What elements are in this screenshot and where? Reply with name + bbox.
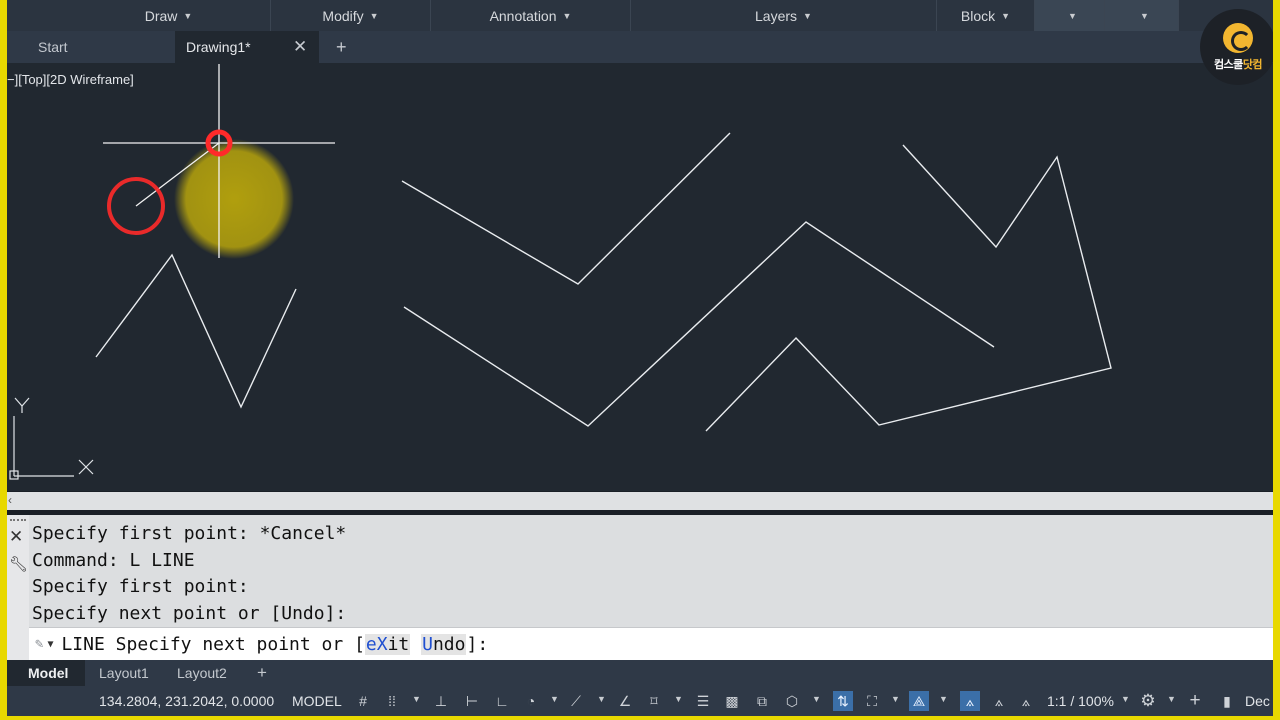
command-history-line: Specify next point or [Undo]: (32, 602, 347, 624)
3d-object-snap-icon[interactable]: ⬡ (782, 691, 802, 711)
grip-handle-icon[interactable] (10, 519, 26, 523)
layout-tab-bar: Model Layout1 Layout2 + (7, 660, 1273, 686)
command-window-rail: ✕ 🔧︎ (7, 515, 29, 660)
command-history-line: Specify first point: (32, 576, 249, 597)
grid-icon[interactable]: # (353, 691, 373, 711)
chevron-down-icon[interactable]: ▼ (1121, 694, 1130, 704)
gizmo-icon[interactable]: ⟁ (909, 691, 929, 711)
command-history-line: Command: L LINE (32, 549, 195, 571)
option-undo[interactable]: Undo (421, 633, 467, 655)
chevron-down-icon[interactable]: ▼ (939, 694, 948, 704)
logo-brand-text: 컴스쿨닷컴 (1213, 56, 1263, 72)
isodraft-icon[interactable]: ⟋ (566, 691, 586, 711)
object-snap-icon[interactable]: ⌑ (644, 691, 664, 711)
wrench-icon[interactable]: 🔧︎ (9, 555, 28, 573)
annotation-visibility-icon[interactable]: ⟑ (960, 691, 980, 711)
channel-logo: 컴스쿨닷컴 (1200, 9, 1273, 85)
tab-label: Layout1 (99, 665, 149, 681)
chevron-down-icon[interactable]: ▼ (412, 694, 421, 704)
polar-tracking-icon[interactable]: ◔ (521, 691, 541, 711)
tab-layout1[interactable]: Layout1 (99, 660, 149, 686)
command-prompt-suffix: ]: (466, 633, 489, 655)
command-line-input[interactable]: ✎ ▼ LINE Specify next point or [ eXit Un… (29, 627, 1273, 660)
click-highlight (174, 139, 294, 259)
crosshair-cursor (103, 64, 335, 258)
chevron-down-icon[interactable]: ▼ (597, 694, 606, 704)
drawing-canvas[interactable] (7, 0, 1273, 492)
option-rest: ndo (432, 633, 466, 655)
polyline-long-zigzag[interactable] (403, 221, 995, 427)
units-readout[interactable]: Dec (1245, 686, 1270, 716)
status-bar: 134.2804, 231.2042, 0.0000 MODEL # ⁞⁞ ▼ … (7, 686, 1273, 716)
polyline-arrow-shape[interactable] (705, 144, 1112, 432)
pencil-icon: ✎ (35, 636, 44, 652)
command-window: ✕ 🔧︎ Specify first point: *Cancel* Comma… (7, 515, 1273, 660)
selection-cycling-icon[interactable]: ⧉ (752, 691, 772, 711)
chevron-down-icon[interactable]: ▼ (550, 694, 559, 704)
logo-swirl-icon (1223, 22, 1253, 53)
chevron-down-icon[interactable]: ▼ (891, 694, 900, 704)
tab-model[interactable]: Model (7, 660, 85, 686)
option-rest: it (387, 633, 410, 655)
coordinate-readout[interactable]: 134.2804, 231.2042, 0.0000 (99, 686, 274, 716)
transparency-icon[interactable]: ▩ (722, 691, 742, 711)
dynamic-ucs-icon[interactable]: ⇅ (833, 691, 853, 711)
chevron-down-icon[interactable]: ▼ (812, 694, 821, 704)
tab-label: Layout2 (177, 665, 227, 681)
auto-scale-icon[interactable]: ⟑ (989, 691, 1009, 711)
option-exit[interactable]: eXit (364, 633, 411, 655)
polyline-left-zigzag[interactable] (95, 253, 297, 409)
tab-layout2[interactable]: Layout2 (177, 660, 227, 686)
recent-commands-caret-icon[interactable]: ▼ (47, 639, 53, 650)
dynamic-input-icon[interactable]: ⊢ (462, 691, 482, 711)
ortho-icon[interactable]: ∟ (492, 691, 512, 711)
chevron-down-icon[interactable]: ▼ (1167, 694, 1176, 704)
command-prompt-prefix: LINE Specify next point or [ (61, 633, 365, 655)
command-history-line: Specify first point: *Cancel* (32, 523, 347, 544)
chevron-down-icon[interactable]: ▼ (674, 694, 683, 704)
scroll-left-icon[interactable]: ‹ (8, 493, 12, 507)
logo-brand-part: 컴스쿨 (1213, 58, 1243, 71)
polyline-upper-v[interactable] (401, 132, 731, 285)
object-snap-tracking-icon[interactable]: ∠ (615, 691, 635, 711)
units-icon[interactable]: ▮ (1217, 691, 1237, 711)
horizontal-scrollbar[interactable]: ‹ (7, 491, 1273, 510)
model-space-button[interactable]: MODEL (292, 686, 342, 716)
close-icon[interactable]: ✕ (9, 527, 23, 547)
infer-constraints-icon[interactable]: ⊥ (431, 691, 451, 711)
autocad-window: Draw ▼ Modify ▼ Annotation ▼ Layers ▼ Block ▼… (7, 0, 1273, 716)
annotation-scale-selector[interactable]: 1:1 / 100% (1047, 686, 1114, 716)
command-history: Specify first point: *Cancel* Command: L… (32, 521, 1273, 627)
ucs-icon (9, 397, 94, 480)
lineweight-icon[interactable]: ☰ (693, 691, 713, 711)
option-hotkey: eX (365, 633, 388, 655)
option-hotkey: U (422, 633, 433, 655)
selection-filter-icon[interactable]: ⛶ (862, 691, 882, 711)
snap-icon[interactable]: ⁞⁞ (382, 691, 402, 711)
customize-plus-icon[interactable]: + (1185, 690, 1205, 711)
add-layout-icon[interactable]: + (257, 660, 267, 686)
tab-label: Model (28, 665, 69, 681)
logo-brand-part-accent: 닷컴 (1242, 58, 1263, 71)
annotation-scale-icon[interactable]: ⟑ (1016, 691, 1036, 711)
gear-icon[interactable]: ⚙ (1138, 691, 1158, 711)
